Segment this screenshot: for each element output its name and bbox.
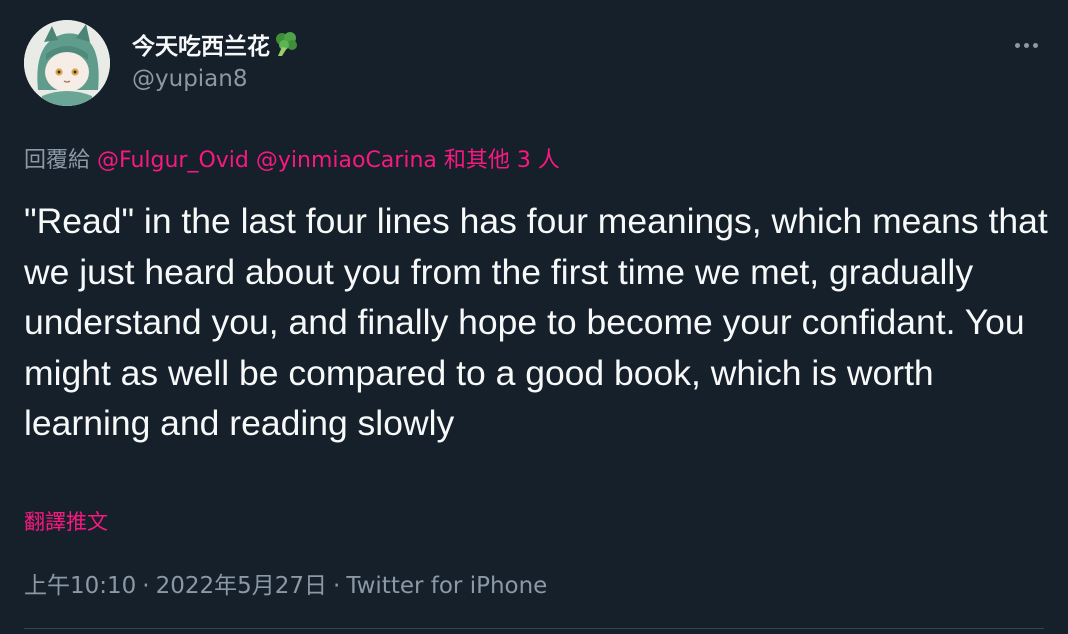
translate-tweet-link[interactable]: 翻譯推文: [24, 506, 108, 536]
tweet-text: "Read" in the last four lines has four m…: [24, 201, 1048, 443]
broccoli-icon: [272, 30, 300, 64]
tweet-source-link[interactable]: Twitter for iPhone: [346, 573, 547, 599]
author-display-name[interactable]: 今天吃西兰花: [132, 27, 300, 64]
tweet-date: 2022年5月27日: [155, 573, 328, 599]
more-dot-icon: [1032, 42, 1038, 48]
more-options-button[interactable]: [1004, 28, 1048, 62]
reply-prefix: 回覆給: [24, 148, 91, 173]
avatar-illustration: [24, 20, 110, 106]
tweet-meta: 上午10:10 · 2022年5月27日 · Twitter for iPhone: [24, 566, 547, 600]
mention-link[interactable]: @yinmiaoCarina: [256, 148, 437, 173]
meta-separator: ·: [333, 573, 341, 599]
author-avatar[interactable]: [24, 20, 110, 106]
reply-context: 回覆給 @Fulgur_Ovid @yinmiaoCarina 和其他 3 人: [24, 142, 560, 174]
more-dot-icon: [1023, 42, 1029, 48]
display-name-text: 今天吃西兰花: [132, 34, 270, 60]
meta-separator: ·: [142, 573, 150, 599]
divider: [24, 628, 1044, 629]
author-handle[interactable]: @yupian8: [132, 66, 247, 92]
mention-link[interactable]: @Fulgur_Ovid: [97, 148, 249, 173]
reply-others-link[interactable]: 和其他 3 人: [444, 148, 560, 173]
tweet-time-link[interactable]: 上午10:10 · 2022年5月27日: [24, 573, 327, 599]
more-dot-icon: [1014, 42, 1020, 48]
tweet-time: 上午10:10: [24, 573, 137, 599]
